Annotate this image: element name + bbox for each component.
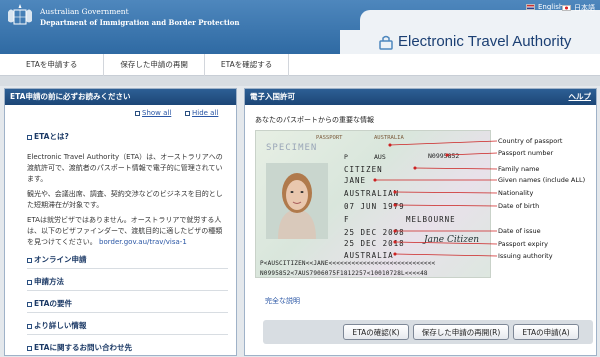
full-description-link[interactable]: 完全な説明	[265, 296, 300, 306]
specimen-watermark: SPECIMEN	[266, 143, 318, 153]
section-online-apply[interactable]: オンライン申請	[5, 254, 236, 265]
expiry-date-value: 25 DEC 2018	[344, 239, 405, 248]
nav-check-eta[interactable]: ETAを確認する	[205, 54, 290, 76]
help-link[interactable]: ヘルプ	[569, 89, 592, 105]
checkbox-icon	[185, 110, 190, 116]
show-all-link[interactable]: Show all	[135, 109, 171, 117]
japan-flag-icon	[562, 5, 571, 11]
callout-country: Country of passport	[498, 137, 563, 145]
eta-panel: 電子入国許可 ヘルプ あなたのパスポートからの重要な情報 PASSPORT SP…	[244, 88, 597, 356]
section-how-to-apply[interactable]: 申請方法	[5, 276, 236, 287]
eta-description: Electronic Travel Authority（ETA）は、オーストラリ…	[27, 153, 223, 183]
passport-sample-image: PASSPORT SPECIMEN AUSTRALIA P AUS N09958…	[255, 130, 491, 278]
callout-issue-date: Date of issue	[498, 227, 541, 235]
site-header: Australian Government Department of Immi…	[0, 0, 600, 54]
passport-code: AUS	[374, 153, 386, 161]
checkbox-icon	[135, 110, 140, 116]
section-contact[interactable]: ETAに関するお問い合わせ先	[5, 342, 236, 353]
department-name: Department of Immigration and Border Pro…	[40, 18, 240, 27]
passport-type: P	[344, 153, 348, 161]
section-what-is-eta[interactable]: ETAとは?	[5, 131, 236, 142]
nav-resume-application[interactable]: 保存した申請の再開	[104, 54, 205, 76]
eta-purpose: 観光や、会議出席、調査、契約交渉などのビジネスを目的とした短期滞在が対象です。	[27, 190, 223, 209]
callout-nationality: Nationality	[498, 189, 534, 197]
callout-passport-number: Passport number	[498, 149, 554, 157]
visa-finder-link[interactable]: border.gov.au/trav/visa-1	[99, 238, 187, 246]
passport-callouts: Country of passport Passport number Fami…	[495, 130, 598, 280]
passport-number-value: N0995852	[428, 152, 460, 160]
read-before-apply-panel: ETA申請の前に必ずお読みください Show all Hide all ETAと…	[4, 88, 237, 356]
passport-word: PASSPORT	[316, 135, 343, 141]
apply-eta-button[interactable]: ETAの申請(A)	[513, 324, 579, 340]
callout-given-names: Given names (include ALL)	[498, 176, 586, 184]
callout-family-name: Family name	[498, 165, 540, 173]
expand-icon	[27, 345, 32, 351]
mrz-line-2: N0995852<7AUS7906075F1812257<10010728L<<…	[260, 270, 428, 277]
coat-of-arms-icon	[8, 4, 32, 25]
section-more-info[interactable]: より詳しい情報	[5, 320, 236, 331]
action-bar: ETAの確認(K) 保存した申請の再開(R) ETAの申請(A)	[263, 320, 593, 344]
callout-authority: Issuing authority	[498, 252, 553, 260]
passport-info-subtitle: あなたのパスポートからの重要な情報	[255, 116, 374, 124]
expand-icon	[27, 323, 32, 329]
hide-all-link[interactable]: Hide all	[185, 109, 218, 117]
nav-apply-eta[interactable]: ETAを申請する	[0, 54, 105, 76]
app-title: Electronic Travel Authority	[398, 33, 572, 50]
check-eta-button[interactable]: ETAの確認(K)	[343, 324, 409, 340]
government-name: Australian Government	[40, 7, 129, 16]
given-name-value: JANE	[344, 176, 367, 185]
passport-photo	[266, 163, 328, 239]
signature: Jane Citizen	[424, 235, 480, 245]
left-panel-title: ETA申請の前に必ずお読みください	[5, 89, 236, 105]
collapse-icon	[27, 134, 32, 140]
expand-icon	[27, 257, 32, 263]
callout-dob: Date of birth	[498, 202, 540, 210]
section-requirements[interactable]: ETAの要件	[5, 298, 236, 309]
place-value: MELBOURNE	[406, 215, 456, 224]
surname-value: CITIZEN	[344, 165, 383, 174]
uk-flag-icon	[526, 4, 535, 10]
language-english-link[interactable]: English	[526, 3, 563, 11]
nationality-value: AUSTRALIAN	[344, 189, 400, 198]
right-panel-title: 電子入国許可	[245, 89, 596, 105]
authority-value: AUSTRALIA	[344, 251, 394, 260]
resume-application-button[interactable]: 保存した申請の再開(R)	[413, 324, 509, 340]
main-nav: ETAを申請する 保存した申請の再開 ETAを確認する	[0, 54, 600, 76]
sex-value: F	[344, 215, 350, 224]
expand-icon	[27, 279, 32, 285]
language-japanese-link[interactable]: 日本語	[562, 3, 595, 13]
passport-country-word: AUSTRALIA	[374, 135, 404, 141]
callout-expiry: Passport expiry	[498, 240, 548, 248]
expand-icon	[27, 301, 32, 307]
mrz-line-1: P<AUSCITIZEN<<JANE<<<<<<<<<<<<<<<<<<<<<<…	[260, 260, 436, 267]
eta-not-work-visa: ETAは就労ビザではありません。オーストラリアで就労する人は、以下のビザファイン…	[27, 216, 223, 246]
lock-icon	[379, 35, 393, 50]
dob-value: 07 JUN 1979	[344, 202, 405, 211]
issue-date-value: 25 DEC 2008	[344, 228, 405, 237]
